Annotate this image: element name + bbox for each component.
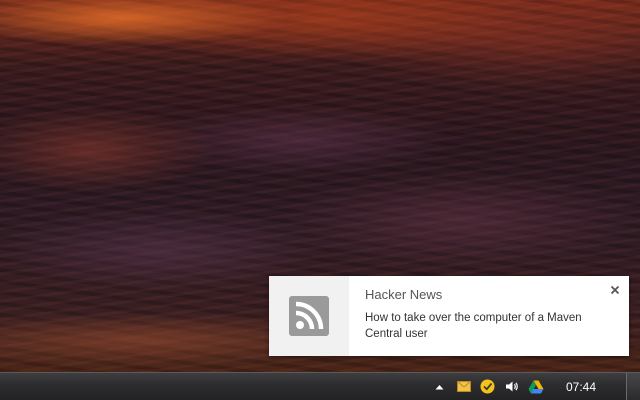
google-drive-tray-button[interactable] [524,375,548,399]
notification-icon-area [269,276,349,356]
close-icon[interactable] [609,284,621,296]
notification-message: How to take over the computer of a Maven… [365,312,582,340]
google-drive-icon [528,380,544,393]
notification-title: Hacker News [365,287,443,302]
show-hidden-icons-arrow-icon [435,384,444,389]
speaker-volume-icon [505,381,518,392]
rss-feed-icon [289,296,329,336]
norton-security-tray-button[interactable] [476,375,500,399]
notification-body: Hacker News How to take over the compute… [349,276,629,356]
system-tray: 07:44 [428,373,600,400]
notification-toast[interactable]: Hacker News How to take over the compute… [269,276,629,356]
norton-security-icon [480,379,495,394]
mail-icon [456,381,471,392]
mail-tray-button[interactable] [452,375,476,399]
show-hidden-icons-button[interactable] [428,375,452,399]
volume-tray-button[interactable] [500,375,524,399]
show-desktop-button[interactable] [626,373,640,400]
taskbar-clock[interactable]: 07:44 [566,380,596,394]
taskbar: 07:44 [0,372,640,400]
